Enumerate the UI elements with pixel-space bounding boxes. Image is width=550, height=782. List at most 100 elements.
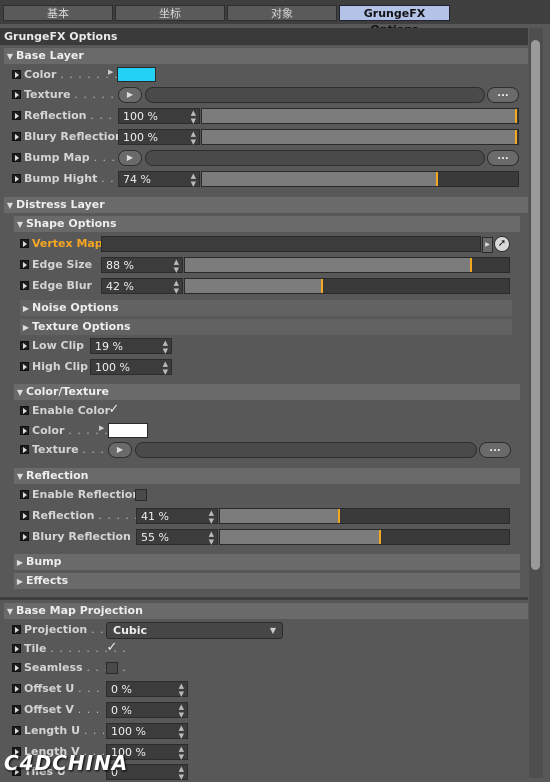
bump-map-browse-button[interactable]: ...: [487, 150, 519, 166]
blury-reflection-slider[interactable]: [219, 529, 510, 545]
texture-field[interactable]: [145, 87, 485, 103]
keyframe-icon[interactable]: [12, 644, 21, 653]
projection-dropdown[interactable]: Cubic ▼: [106, 622, 283, 639]
vertex-map-label: Vertex Map: [32, 237, 103, 250]
keyframe-icon[interactable]: [12, 705, 21, 714]
offset-u-input[interactable]: 0 % ▲ ▼: [106, 681, 188, 698]
keyframe-icon[interactable]: [12, 70, 21, 79]
texture-label: Texture . . . .: [32, 443, 114, 456]
keyframe-icon[interactable]: [20, 532, 29, 541]
row-distress-color: Color . . . . . ▶: [0, 422, 528, 441]
section-title: Base Layer: [16, 49, 84, 62]
keyframe-icon[interactable]: [12, 90, 21, 99]
panel-title: GrungeFX Options: [0, 28, 528, 45]
section-bump[interactable]: ▶ Bump: [14, 554, 520, 570]
offset-u-label: Offset U . . . . .: [24, 682, 119, 695]
collapse-triangle-icon: ▼: [16, 388, 24, 397]
keyframe-icon[interactable]: [20, 406, 29, 415]
blury-reflection-slider[interactable]: [201, 129, 519, 145]
distress-color-swatch[interactable]: [108, 423, 148, 438]
low-clip-input[interactable]: 19 % ▲ ▼: [90, 338, 172, 355]
section-effects[interactable]: ▶ Effects: [14, 573, 520, 589]
keyframe-icon[interactable]: [12, 153, 21, 162]
expand-arrow-icon[interactable]: ▶: [108, 68, 113, 76]
keyframe-icon[interactable]: [12, 625, 21, 634]
texture-browse-button[interactable]: ...: [487, 87, 519, 103]
expand-arrow-icon[interactable]: ▶: [99, 424, 104, 432]
row-offset-v: Offset V . . . . . 0 % ▲ ▼: [0, 701, 528, 720]
section-base-layer[interactable]: ▼ Base Layer: [4, 48, 528, 64]
bump-map-menu-button[interactable]: ▶: [118, 150, 142, 166]
expand-triangle-icon: ▶: [16, 558, 24, 567]
section-color-texture[interactable]: ▼ Color/Texture: [14, 384, 520, 400]
bump-hight-slider[interactable]: [201, 171, 519, 187]
section-reflection[interactable]: ▼ Reflection: [14, 468, 520, 484]
keyframe-icon[interactable]: [20, 445, 29, 454]
keyframe-icon[interactable]: [12, 684, 21, 693]
blury-reflection-input[interactable]: 55 % ▲ ▼: [136, 529, 218, 546]
texture-field[interactable]: [135, 442, 477, 458]
keyframe-icon[interactable]: [12, 174, 21, 183]
reflection-slider[interactable]: [201, 108, 519, 124]
blury-reflection-label: Blury Reflection: [24, 130, 123, 143]
reflection-label: Reflection . . . . . .: [32, 509, 148, 522]
enable-reflection-checkbox[interactable]: [135, 489, 147, 501]
section-noise-options[interactable]: ▶ Noise Options: [20, 300, 512, 316]
keyframe-icon[interactable]: [12, 111, 21, 120]
row-base-texture: Texture . . . . . . . . ▶ ...: [0, 86, 528, 105]
high-clip-input[interactable]: 100 % ▲ ▼: [90, 359, 172, 376]
section-title: Texture Options: [32, 320, 131, 333]
tab-object[interactable]: 对象: [227, 5, 337, 21]
enable-color-label: Enable Color: [32, 404, 111, 417]
row-low-clip: Low Clip 19 % ▲ ▼: [0, 337, 528, 356]
blury-reflection-input[interactable]: 100 % ▲ ▼: [118, 129, 200, 146]
keyframe-icon[interactable]: [20, 341, 29, 350]
expand-triangle-icon: ▶: [22, 304, 30, 313]
bump-map-field[interactable]: [145, 150, 485, 166]
bump-hight-input[interactable]: 74 % ▲ ▼: [118, 171, 200, 188]
keyframe-icon[interactable]: [20, 426, 29, 435]
keyframe-icon[interactable]: [20, 281, 29, 290]
edge-size-input[interactable]: 88 % ▲ ▼: [101, 257, 183, 274]
row-projection: Projection . . . Cubic ▼: [0, 621, 528, 640]
reflection-input[interactable]: 41 % ▲ ▼: [136, 508, 218, 525]
reflection-slider[interactable]: [219, 508, 510, 524]
section-shape-options[interactable]: ▼ Shape Options: [14, 216, 520, 232]
texture-menu-button[interactable]: ▶: [108, 442, 132, 458]
pick-cursor-icon[interactable]: ➚: [494, 236, 510, 252]
section-distress-layer[interactable]: ▼ Distress Layer: [4, 197, 528, 213]
section-texture-options[interactable]: ▶ Texture Options: [20, 319, 512, 335]
tab-coordinates[interactable]: 坐标: [115, 5, 225, 21]
keyframe-icon[interactable]: [12, 132, 21, 141]
length-u-input[interactable]: 100 % ▲ ▼: [106, 723, 188, 740]
keyframe-icon[interactable]: [12, 663, 21, 672]
edge-size-slider[interactable]: [184, 257, 510, 273]
keyframe-icon[interactable]: [20, 362, 29, 371]
offset-v-input[interactable]: 0 % ▲ ▼: [106, 702, 188, 719]
bump-map-label: Bump Map . . . .: [24, 151, 125, 164]
vertical-scrollbar[interactable]: [529, 28, 543, 778]
base-color-swatch[interactable]: [117, 67, 156, 82]
keyframe-icon[interactable]: [20, 511, 29, 520]
texture-browse-button[interactable]: ...: [479, 442, 511, 458]
seamless-checkbox[interactable]: [106, 662, 118, 674]
edge-blur-input[interactable]: 42 % ▲ ▼: [101, 278, 183, 295]
row-base-reflection: Reflection . . . . . 100 % ▲ ▼: [0, 107, 528, 126]
section-base-map-projection[interactable]: ▼ Base Map Projection: [4, 603, 528, 619]
keyframe-icon[interactable]: [20, 260, 29, 269]
reflection-input[interactable]: 100 % ▲ ▼: [118, 108, 200, 125]
enable-color-checkbox[interactable]: ✓: [108, 403, 120, 417]
scrollbar-thumb[interactable]: [531, 40, 540, 570]
edge-blur-slider[interactable]: [184, 278, 510, 294]
tile-checkbox[interactable]: ✓: [106, 641, 118, 655]
keyframe-icon[interactable]: [20, 239, 29, 248]
keyframe-icon[interactable]: [20, 490, 29, 499]
tab-basic[interactable]: 基本: [3, 5, 113, 21]
watermark-logo: C4DCHINA: [4, 751, 129, 775]
texture-menu-button[interactable]: ▶: [118, 87, 142, 103]
keyframe-icon[interactable]: [12, 726, 21, 735]
tab-grungefx-options[interactable]: GrungeFX Options: [339, 5, 450, 36]
vertex-map-field[interactable]: [101, 236, 481, 252]
row-seamless: Seamless . . . . .: [0, 659, 528, 678]
vertex-map-arrow-icon[interactable]: ▶: [482, 237, 493, 253]
